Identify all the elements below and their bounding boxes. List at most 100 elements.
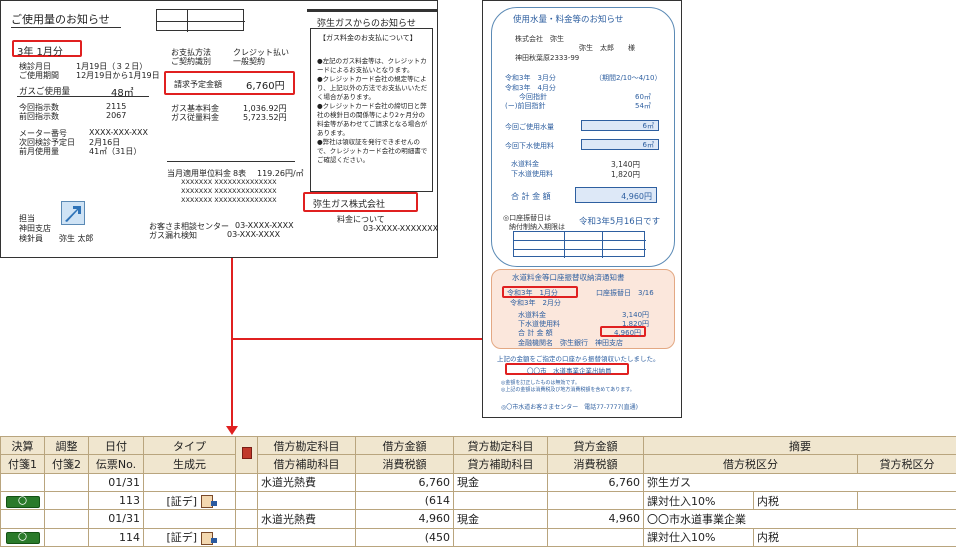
usage-period: 12月19日から1月19日 — [76, 71, 160, 80]
receipt-title: 水道料金等口座振替収納済通知書 — [512, 273, 625, 282]
col-source[interactable]: 生成元 — [143, 454, 236, 474]
source[interactable]: [証デ] — [143, 490, 236, 511]
arrow-line — [231, 258, 233, 429]
credit-account[interactable]: 現金 — [453, 472, 548, 492]
tax-inclusion[interactable]: 内税 — [753, 490, 858, 511]
col-adjust[interactable]: 調整 — [44, 435, 89, 456]
col-memo[interactable]: 摘要 — [642, 435, 956, 456]
fee-inquiry-tel: 03-XXXX-XXXXXXX — [363, 224, 439, 233]
receipt-section: 水道料金等口座振替収納済通知書 令和3年 1月分 口座振替日 3/16 令和3年… — [491, 269, 675, 349]
water-period1-range: （期間2/10～4/10） — [595, 74, 662, 82]
debit-account[interactable]: 水道光熱費 — [257, 472, 356, 492]
receipt-total: 4,960円 — [600, 326, 646, 337]
sewer-usage-label: 今回下水使用料 — [505, 142, 554, 150]
debit-amount[interactable]: 6,760 — [355, 472, 454, 492]
settlement-badge[interactable]: 〇 — [5, 532, 40, 545]
col-credit-amount[interactable]: 貸方金額 — [547, 435, 644, 456]
table-row[interactable]: 01/31 水道光熱費 6,760 現金 6,760 弥生ガス — [0, 472, 956, 492]
col-debit-account[interactable]: 借方勘定科目 — [257, 435, 356, 456]
payment-note: ●クレジットカード会社の締切日と弊社の検針日の関係等により2ヶ月分の料金等があわ… — [317, 102, 428, 137]
sewer-fee: 1,820円 — [611, 170, 640, 179]
source-label: [証デ] — [166, 494, 198, 508]
billing-amount: 6,760円 — [246, 81, 285, 92]
col-slip-no[interactable]: 伝票No. — [88, 454, 144, 474]
credit-amount[interactable]: 4,960 — [547, 509, 644, 529]
table-row[interactable]: 〇 113 [証デ] (614 課対仕入10% 内税 — [0, 490, 956, 511]
payment-note: ●弊社は領収証を発行できませんので、クレジットカード会社の明細書でご確認ください… — [317, 138, 428, 164]
header-row-1: 決算 調整 日付 タイプ 借方勘定科目 借方金額 貸方勘定科目 貸方金額 摘要 — [0, 435, 956, 474]
gas-title: ご使用量のお知らせ — [11, 11, 121, 28]
gas-company: 弥生ガス株式会社 — [303, 192, 418, 212]
arrow-icon — [61, 201, 85, 225]
credit-account[interactable]: 現金 — [453, 509, 548, 529]
slip-no[interactable]: 113 — [88, 490, 144, 511]
payment-notes: ●左記のガス料金等は、クレジットカードによるお支払いとなります。 ●クレジットカ… — [317, 57, 429, 165]
col-tag1[interactable]: 付箋1 — [0, 454, 45, 474]
slip-no[interactable]: 114 — [88, 527, 144, 547]
billing-amount-box: 請求予定金額 6,760円 — [164, 71, 295, 95]
tax-amount[interactable]: (614 — [355, 490, 454, 511]
tariff-line: XXXXXXX XXXXXXXXXXXXXX — [181, 196, 277, 204]
col-tag2[interactable]: 付箋2 — [44, 454, 89, 474]
memo[interactable]: 〇〇市水道事業企業 — [642, 509, 956, 529]
tariff-line: XXXXXXX XXXXXXXXXXXXXX — [181, 187, 277, 195]
debit-tax-class[interactable]: 課対仕入10% — [643, 527, 754, 547]
entry-date[interactable]: 01/31 — [88, 509, 144, 529]
debit-date: 令和3年5月16日です — [579, 217, 661, 227]
col-debit-sub[interactable]: 借方補助科目 — [257, 454, 356, 474]
support-center-tel: 03-XXXX-XXXX — [235, 221, 294, 230]
col-credit-tax-class[interactable]: 貸方税区分 — [856, 454, 956, 474]
water-address: 神田秋葉原2333-99 — [515, 54, 580, 62]
current-reading: 2115 — [106, 102, 127, 111]
receipt-bank: 金融機関名 弥生銀行 神田支店 — [518, 339, 623, 347]
header-row-2: 付箋1 付箋2 伝票No. 生成元 借方補助科目 消費税額 貸方補助科目 消費税… — [0, 454, 956, 474]
last-month-usage: 41㎥（31日） — [89, 147, 142, 156]
col-settlement[interactable]: 決算 — [0, 435, 45, 456]
tax-inclusion[interactable]: 内税 — [753, 527, 858, 547]
gas-usage-notice: ご使用量のお知らせ 3年 1月分 検診月日 ご使用期間 1月19日（３２日） 1… — [0, 0, 438, 258]
col-debit-amount[interactable]: 借方金額 — [355, 435, 454, 456]
col-credit-tax[interactable]: 消費税額 — [547, 454, 644, 474]
usage-period-label: ご使用期間 — [19, 71, 59, 80]
table-row[interactable]: 01/31 水道光熱費 4,960 現金 4,960 〇〇市水道事業企業 — [0, 509, 956, 529]
col-date[interactable]: 日付 — [88, 435, 144, 456]
receipt-note: 上記の金額をご指定の口座から振替領収いたしました。 — [497, 355, 660, 363]
col-credit-sub[interactable]: 貸方補助科目 — [453, 454, 548, 474]
entry-date[interactable]: 01/31 — [88, 472, 144, 492]
table-row[interactable]: 〇 114 [証デ] (450 課対仕入10% 内税 — [0, 527, 956, 547]
evidence-image-icon[interactable] — [200, 531, 217, 545]
col-type[interactable]: タイプ — [143, 435, 236, 456]
water-usage-notice: 使用水量・料金等のお知らせ 株式会社 弥生 弥生 太郎 様 神田秋葉原2333-… — [482, 0, 682, 418]
source[interactable]: [証デ] — [143, 527, 236, 547]
tax-amount[interactable]: (450 — [355, 527, 454, 547]
water-title: 使用水量・料金等のお知らせ — [513, 15, 624, 25]
debit-account[interactable]: 水道光熱費 — [257, 509, 356, 529]
debit-tax-class[interactable]: 課対仕入10% — [643, 490, 754, 511]
sewer-usage: 6㎥ — [581, 139, 659, 150]
receipt-sub-month: 令和3年 2月分 — [510, 299, 561, 307]
water-total: 4,960円 — [575, 187, 657, 203]
col-attachment[interactable] — [235, 436, 258, 474]
volume-fee: 5,723.52円 — [243, 113, 287, 122]
col-debit-tax[interactable]: 消費税額 — [355, 454, 454, 474]
receipt-total-label: 合 計 金 額 — [518, 329, 553, 337]
water-center: ◎〇市水道お客さまセンター 電話77-7777(直通) — [501, 404, 638, 411]
memo[interactable]: 弥生ガス — [642, 472, 956, 492]
settlement-badge[interactable]: 〇 — [5, 495, 40, 508]
col-debit-tax-class[interactable]: 借方税区分 — [643, 454, 858, 474]
inspector-label: 検針員 — [19, 234, 43, 243]
note-small: ◎上記の金額は消費税及び地方消費税額を含めてあります。 — [501, 387, 635, 393]
water-usage-label: 今回ご使用水量 — [505, 123, 554, 131]
debit-amount[interactable]: 4,960 — [355, 509, 454, 529]
water-fee-label: 水道料金 — [511, 160, 539, 168]
credit-amount[interactable]: 6,760 — [547, 472, 644, 492]
gas-leak-tel: 03-XXX-XXXX — [227, 230, 281, 239]
payment-note: ●左記のガス料金等は、クレジットカードによるお支払いとなります。 — [317, 57, 427, 74]
evidence-image-icon[interactable] — [200, 495, 217, 509]
payment-notes-heading: 【ガス料金のお支払について】 — [319, 34, 417, 42]
payment-grid — [513, 231, 646, 258]
previous-reading-label: 前回指示数 — [19, 112, 59, 121]
payment-note: ●クレジットカード会社の規定等により、上記以外の方法でお支払いいただく場合があり… — [317, 75, 428, 101]
water-previous: 54㎥ — [635, 102, 651, 110]
col-credit-account[interactable]: 貸方勘定科目 — [453, 435, 548, 456]
